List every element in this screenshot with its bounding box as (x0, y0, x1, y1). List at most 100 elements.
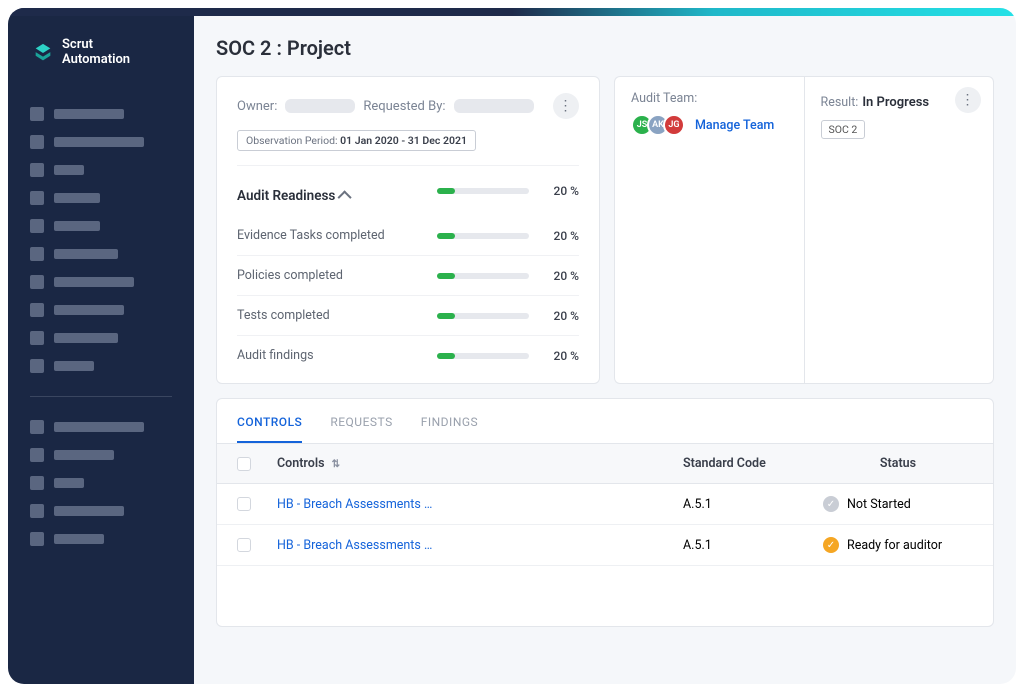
progress-pct: 20 % (543, 269, 579, 283)
nav-label-placeholder (54, 137, 144, 147)
nav-icon-placeholder (30, 359, 44, 373)
sort-icon[interactable]: ⇅ (332, 459, 340, 470)
standard-code: A.5.1 (683, 538, 823, 553)
status-text: Ready for auditor (847, 538, 942, 553)
tab-findings[interactable]: FINDINGS (421, 399, 478, 443)
sidebar-item[interactable] (30, 100, 172, 128)
readiness-pct: 20 % (543, 184, 579, 198)
audit-team-label: Audit Team: (631, 91, 788, 106)
nav-icon-placeholder (30, 331, 44, 345)
nav-icon-placeholder (30, 107, 44, 121)
nav-icon-placeholder (30, 504, 44, 518)
audit-readiness-label: Audit Readiness (237, 188, 335, 204)
requested-by-value-placeholder (454, 99, 534, 113)
main-content: SOC 2 : Project Owner: Requested By: ⋮ O… (194, 8, 1016, 684)
nav-label-placeholder (54, 422, 144, 432)
status-icon: ✓ (823, 496, 839, 512)
col-controls-label[interactable]: Controls (277, 456, 325, 471)
table-row: HB - Breach Assessments … A.5.1✓ Ready for… (217, 525, 993, 566)
observation-period-badge: Observation Period: 01 Jan 2020 - 31 Dec… (237, 130, 476, 151)
nav-label-placeholder (54, 221, 100, 231)
control-link[interactable]: HB - Breach Assessments … (277, 497, 432, 512)
col-code-label: Standard Code (683, 456, 823, 471)
sidebar-item[interactable] (30, 497, 172, 525)
nav-label-placeholder (54, 277, 134, 287)
sidebar-item[interactable] (30, 268, 172, 296)
sidebar-item[interactable] (30, 324, 172, 352)
sidebar-item[interactable] (30, 156, 172, 184)
progress-bar (437, 313, 529, 319)
nav-label-placeholder (54, 249, 118, 259)
nav-label-placeholder (54, 478, 84, 488)
result-more-button[interactable]: ⋮ (955, 87, 981, 113)
sidebar-item[interactable] (30, 469, 172, 497)
result-card: ⋮ Result: In Progress SOC 2 (804, 76, 995, 384)
status-icon: ✓ (823, 537, 839, 553)
controls-table-card: CONTROLS REQUESTS FINDINGS Controls ⇅ St… (216, 398, 994, 627)
sidebar: Scrut Automation (8, 8, 194, 684)
readiness-row-label: Tests completed (237, 308, 437, 323)
nav-divider (30, 396, 172, 397)
avatar-group: JSAKJG (631, 114, 685, 136)
avatar[interactable]: JG (663, 114, 685, 136)
nav-icon-placeholder (30, 191, 44, 205)
sidebar-item[interactable] (30, 525, 172, 553)
readiness-row: Tests completed 20 % (237, 295, 579, 335)
sidebar-item[interactable] (30, 441, 172, 469)
table-header: Controls ⇅ Standard Code Status (217, 444, 993, 484)
progress-pct: 20 % (543, 229, 579, 243)
tab-requests[interactable]: REQUESTS (330, 399, 392, 443)
nav-icon-placeholder (30, 135, 44, 149)
nav-icon-placeholder (30, 420, 44, 434)
owner-label: Owner: (237, 99, 277, 114)
sidebar-item[interactable] (30, 128, 172, 156)
nav-label-placeholder (54, 361, 94, 371)
readiness-row: Audit findings 20 % (237, 335, 579, 375)
manage-team-link[interactable]: Manage Team (695, 118, 774, 133)
owner-value-placeholder (285, 99, 355, 113)
readiness-row: Evidence Tasks completed 20 % (237, 216, 579, 255)
result-value: In Progress (862, 95, 929, 110)
sidebar-item[interactable] (30, 413, 172, 441)
nav-label-placeholder (54, 333, 118, 343)
nav-label-placeholder (54, 193, 100, 203)
brand-line2: Automation (62, 53, 130, 68)
audit-readiness-toggle[interactable]: Audit Readiness (237, 178, 437, 204)
nav-icon-placeholder (30, 275, 44, 289)
readiness-row-label: Evidence Tasks completed (237, 228, 437, 243)
readiness-row-label: Audit findings (237, 348, 437, 363)
nav-group-1 (8, 96, 194, 384)
nav-label-placeholder (54, 109, 124, 119)
sidebar-item[interactable] (30, 352, 172, 380)
row-checkbox[interactable] (237, 538, 251, 552)
select-all-checkbox[interactable] (237, 457, 251, 471)
standard-code: A.5.1 (683, 497, 823, 512)
sidebar-item[interactable] (30, 240, 172, 268)
result-tag: SOC 2 (821, 120, 866, 139)
card-more-button[interactable]: ⋮ (553, 93, 579, 119)
sidebar-item[interactable] (30, 184, 172, 212)
sidebar-item[interactable] (30, 212, 172, 240)
progress-pct: 20 % (543, 349, 579, 363)
readiness-card: Owner: Requested By: ⋮ Observation Perio… (216, 76, 600, 384)
sidebar-item[interactable] (30, 296, 172, 324)
nav-icon-placeholder (30, 448, 44, 462)
nav-label-placeholder (54, 450, 114, 460)
status-text: Not Started (847, 497, 911, 512)
tabs: CONTROLS REQUESTS FINDINGS (217, 399, 993, 444)
nav-icon-placeholder (30, 163, 44, 177)
nav-label-placeholder (54, 506, 124, 516)
progress-pct: 20 % (543, 309, 579, 323)
brand-logo: Scrut Automation (8, 38, 194, 96)
readiness-row-label: Policies completed (237, 268, 437, 283)
col-status-label: Status (823, 456, 973, 471)
table-row: HB - Breach Assessments … A.5.1✓ Not Start… (217, 484, 993, 525)
brand-line1: Scrut (62, 38, 130, 53)
result-label: Result: (821, 95, 859, 110)
tab-controls[interactable]: CONTROLS (237, 399, 302, 443)
nav-label-placeholder (54, 165, 84, 175)
control-link[interactable]: HB - Breach Assessments … (277, 538, 432, 553)
brand-logo-icon (32, 42, 54, 64)
row-checkbox[interactable] (237, 497, 251, 511)
nav-icon-placeholder (30, 219, 44, 233)
